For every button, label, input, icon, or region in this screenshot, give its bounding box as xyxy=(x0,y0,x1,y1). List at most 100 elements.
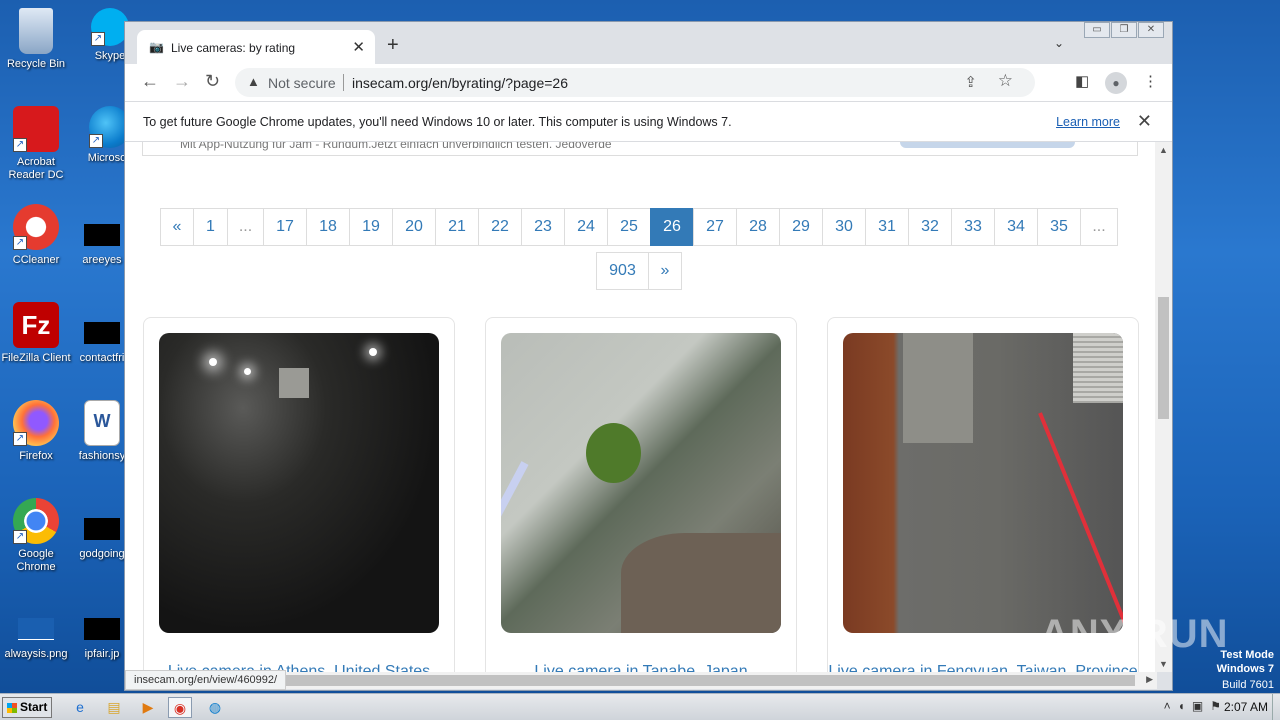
pagination-link[interactable]: 29 xyxy=(779,208,823,246)
chrome-icon: ↗ xyxy=(13,498,59,544)
word-document-icon: W xyxy=(84,400,120,446)
pagination-link[interactable]: 24 xyxy=(564,208,608,246)
pagination-link[interactable]: 23 xyxy=(521,208,565,246)
anyrun-watermark: ANY RUN xyxy=(1040,612,1229,656)
pagination-link[interactable]: 21 xyxy=(435,208,479,246)
learn-more-link[interactable]: Learn more xyxy=(1056,115,1120,129)
chrome-taskbar-icon[interactable]: ◉ xyxy=(168,697,192,718)
pagination-link[interactable]: 32 xyxy=(908,208,952,246)
ad-banner-text: Mit App-Nutzung für Jam - Rundum.Jetzt e… xyxy=(180,142,612,151)
share-icon[interactable]: ⇪ xyxy=(964,73,977,91)
pagination-current-page[interactable]: 26 xyxy=(650,208,694,246)
camera-thumbnail[interactable] xyxy=(501,333,781,633)
desktop-icon-firefox[interactable]: ↗ Firefox xyxy=(0,400,72,463)
camera-railing xyxy=(501,461,529,615)
camera-thumbnail[interactable] xyxy=(843,333,1123,633)
build-label: Build 7601 xyxy=(1222,679,1274,691)
pagination-link[interactable]: 20 xyxy=(392,208,436,246)
pagination-link[interactable]: 31 xyxy=(865,208,909,246)
camera-building xyxy=(279,368,309,398)
camera-thumbnail[interactable] xyxy=(159,333,439,633)
not-secure-label[interactable]: Not secure xyxy=(268,75,336,91)
pagination-link[interactable]: 35 xyxy=(1037,208,1081,246)
file-thumbnail-icon xyxy=(84,322,120,344)
pagination-link[interactable]: 30 xyxy=(822,208,866,246)
pagination-link[interactable]: » xyxy=(648,252,682,290)
camera-link[interactable]: Live camera in Fengyuan, Taiwan, Provinc… xyxy=(828,661,1138,672)
desktop-icon-acrobat[interactable]: ↗ Acrobat Reader DC xyxy=(0,106,72,182)
pagination-link[interactable]: ... xyxy=(227,208,264,246)
desktop-icon-alwaysis[interactable]: alwaysis.png xyxy=(0,606,72,661)
camera-pillar xyxy=(903,333,973,443)
new-tab-button[interactable]: + xyxy=(387,35,399,55)
internet-explorer-icon[interactable]: e xyxy=(68,697,92,718)
address-bar[interactable]: ▲ Not secure insecam.org/en/byrating/?pa… xyxy=(235,68,1035,97)
file-thumbnail-icon xyxy=(84,224,120,246)
pagination-link[interactable]: 903 xyxy=(596,252,649,290)
vertical-scrollbar[interactable]: ▲ ▼ xyxy=(1155,142,1172,672)
bookmark-star-icon[interactable]: ☆ xyxy=(998,71,1013,91)
pagination-link[interactable]: 18 xyxy=(306,208,350,246)
image-file-icon xyxy=(18,618,54,640)
show-desktop-button[interactable] xyxy=(1272,694,1280,720)
back-arrow-icon[interactable]: ← xyxy=(141,71,159,92)
camera-card[interactable]: Live camera in Tanabe, Japan xyxy=(485,317,797,672)
recycle-bin-icon xyxy=(19,8,53,54)
pagination-link[interactable]: 33 xyxy=(951,208,995,246)
media-player-icon[interactable]: ▶ xyxy=(136,697,160,718)
test-mode-label: Test Mode xyxy=(1220,649,1274,661)
file-thumbnail-icon xyxy=(84,518,120,540)
pagination-link[interactable]: 34 xyxy=(994,208,1038,246)
omnibox-divider xyxy=(343,74,344,91)
filezilla-icon: Fz xyxy=(13,302,59,348)
side-panel-icon[interactable]: ◧ xyxy=(1075,72,1089,90)
camera-water xyxy=(621,533,781,633)
ccleaner-icon: ↗ xyxy=(13,204,59,250)
edge-taskbar-icon[interactable]: ◍ xyxy=(203,697,227,718)
window-controls: ▭ ❐ ✕ xyxy=(1083,22,1164,38)
camera-link[interactable]: Live camera in Tanabe, Japan xyxy=(486,661,796,672)
pagination-link[interactable]: 22 xyxy=(478,208,522,246)
camera-shutter xyxy=(1073,333,1123,403)
infobar-close-icon[interactable]: ✕ xyxy=(1137,111,1152,132)
url-text[interactable]: insecam.org/en/byrating/?page=26 xyxy=(352,75,568,91)
infobar-message: To get future Google Chrome updates, you… xyxy=(143,115,732,129)
warning-triangle-icon[interactable]: ▲ xyxy=(247,74,260,89)
scroll-down-arrow-icon[interactable]: ▼ xyxy=(1159,659,1168,669)
scroll-right-arrow-icon[interactable]: ▶ xyxy=(1146,674,1153,685)
desktop-icon-filezilla[interactable]: Fz FileZilla Client xyxy=(0,302,72,365)
page-viewport: Mit App-Nutzung für Jam - Rundum.Jetzt e… xyxy=(125,142,1157,672)
system-tray-icons[interactable]: ˄◖▣⚑ xyxy=(1164,699,1228,713)
close-window-button[interactable]: ✕ xyxy=(1138,22,1164,38)
forward-arrow-icon[interactable]: → xyxy=(173,71,191,92)
desktop-icon-google-chrome[interactable]: ↗ Google Chrome xyxy=(0,498,72,574)
ad-banner-button[interactable] xyxy=(900,142,1075,148)
pagination-link[interactable]: 25 xyxy=(607,208,651,246)
file-explorer-icon[interactable]: ▤ xyxy=(102,697,126,718)
profile-avatar-icon[interactable]: ● xyxy=(1105,72,1127,94)
scroll-up-arrow-icon[interactable]: ▲ xyxy=(1159,145,1168,155)
pagination-link[interactable]: « xyxy=(160,208,194,246)
pagination-link[interactable]: 28 xyxy=(736,208,780,246)
start-button[interactable]: Start xyxy=(2,697,52,718)
pagination-link[interactable]: 27 xyxy=(693,208,737,246)
pagination-link[interactable]: 17 xyxy=(263,208,307,246)
menu-kebab-icon[interactable]: ⋮ xyxy=(1143,72,1158,90)
tab-search-chevron-icon[interactable]: ⌄ xyxy=(1054,36,1064,50)
clock[interactable]: 2:07 AM xyxy=(1224,700,1268,714)
camera-card[interactable]: Live camera in Athens, United States xyxy=(143,317,455,672)
pagination-link[interactable]: 1 xyxy=(193,208,228,246)
minimize-button[interactable]: ▭ xyxy=(1084,22,1110,38)
desktop-icon-ccleaner[interactable]: ↗ CCleaner xyxy=(0,204,72,267)
pagination-row: 903» xyxy=(596,252,682,290)
desktop-icon-recycle-bin[interactable]: Recycle Bin xyxy=(0,8,72,71)
reload-icon[interactable]: ↻ xyxy=(205,71,220,92)
pagination-link[interactable]: ... xyxy=(1080,208,1118,246)
tab-live-cameras[interactable]: 📷 Live cameras: by rating ✕ xyxy=(137,30,375,64)
pagination-link[interactable]: 19 xyxy=(349,208,393,246)
camera-light xyxy=(244,368,251,375)
tab-close-icon[interactable]: ✕ xyxy=(352,38,365,56)
maximize-button[interactable]: ❐ xyxy=(1111,22,1137,38)
horizontal-scroll-thumb[interactable] xyxy=(255,675,1135,686)
vertical-scroll-thumb[interactable] xyxy=(1158,297,1169,419)
